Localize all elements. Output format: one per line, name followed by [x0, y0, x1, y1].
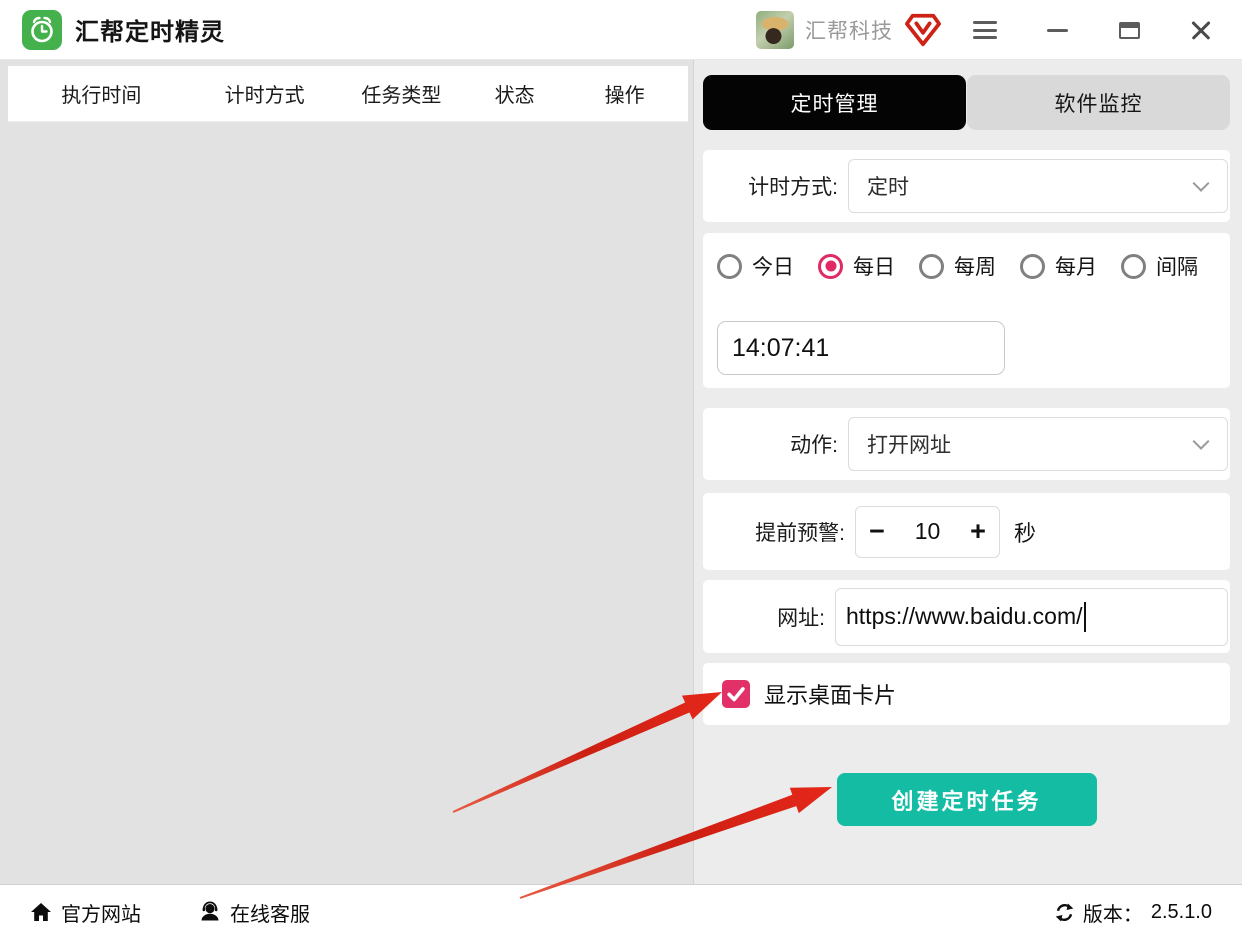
maximize-icon[interactable] [1116, 17, 1142, 43]
action-value: 打开网址 [867, 434, 951, 457]
url-row: 网址: https://www.baidu.com/ [703, 580, 1230, 653]
action-row: 动作: 打开网址 [703, 408, 1230, 480]
tab-timer-management[interactable]: 定时管理 [703, 75, 966, 130]
vip-badge-icon[interactable] [904, 12, 942, 48]
radio-weekly[interactable]: 每周 [919, 251, 996, 281]
create-task-button[interactable]: 创建定时任务 [836, 773, 1097, 826]
app-identity: 汇帮定时精灵 [22, 9, 225, 50]
task-table-body-empty [8, 122, 688, 884]
app-title: 汇帮定时精灵 [75, 19, 225, 46]
url-input[interactable]: https://www.baidu.com/ [835, 587, 1228, 646]
desktop-card-row[interactable]: 显示桌面卡片 [703, 663, 1230, 725]
column-header-exec-time: 执行时间 [61, 85, 142, 107]
warning-row: 提前预警: − 10 + 秒 [703, 493, 1230, 570]
headset-person-icon [201, 901, 219, 921]
desktop-card-label: 显示桌面卡片 [764, 683, 897, 708]
radio-circle [919, 253, 944, 279]
radio-circle [1121, 253, 1146, 279]
version-info: 版本： 2.5.1.0 [1054, 898, 1212, 927]
sync-icon[interactable] [1054, 902, 1075, 923]
timer-form-panel: 定时管理 软件监控 计时方式: 定时 今日 每日 每周 每月 间隔 14:07:… [694, 60, 1242, 884]
chevron-down-icon [1192, 432, 1210, 450]
stepper-minus-button[interactable]: − [856, 518, 898, 545]
radio-monthly[interactable]: 每月 [1020, 251, 1097, 281]
minimize-icon[interactable] [1044, 17, 1070, 43]
column-header-status: 状态 [494, 85, 535, 107]
menu-icon[interactable] [972, 17, 998, 43]
official-site-link[interactable]: 官方网站 [30, 898, 141, 927]
timing-method-value: 定时 [867, 176, 909, 199]
timing-method-row: 计时方式: 定时 [703, 150, 1230, 222]
task-list-panel: 执行时间 计时方式 任务类型 状态 操作 [0, 60, 693, 884]
url-label: 网址: [777, 606, 825, 630]
tab-bar: 定时管理 软件监控 [703, 75, 1230, 130]
status-bar: 官方网站 在线客服 版本： 2.5.1.0 [0, 884, 1242, 939]
warning-unit: 秒 [1014, 520, 1037, 546]
column-header-task-type: 任务类型 [361, 85, 442, 107]
radio-circle-selected [818, 253, 843, 279]
account-area: 汇帮科技 [756, 0, 942, 60]
action-select[interactable]: 打开网址 [848, 417, 1228, 471]
url-value: https://www.baidu.com/ [846, 603, 1083, 629]
column-header-actions: 操作 [604, 85, 645, 107]
timing-method-select[interactable]: 定时 [848, 159, 1228, 213]
version-value: 2.5.1.0 [1150, 900, 1212, 923]
radio-circle [717, 253, 742, 279]
time-value: 14:07:41 [732, 333, 830, 362]
home-icon [31, 903, 51, 921]
action-label: 动作: [790, 434, 838, 457]
chevron-down-icon [1192, 174, 1210, 192]
radio-today[interactable]: 今日 [717, 251, 794, 281]
online-support-link[interactable]: 在线客服 [199, 898, 310, 927]
version-label: 版本： [1082, 903, 1143, 926]
task-table-header: 执行时间 计时方式 任务类型 状态 操作 [8, 66, 688, 122]
radio-circle [1020, 253, 1045, 279]
warning-label: 提前预警: [755, 521, 845, 545]
main-area: 执行时间 计时方式 任务类型 状态 操作 定时管理 软件监控 计时方式: 定时 [0, 60, 1242, 884]
app-alarm-clock-icon [22, 9, 62, 50]
stepper-plus-button[interactable]: + [957, 518, 999, 545]
window-controls [972, 0, 1214, 60]
avatar[interactable] [756, 11, 794, 49]
schedule-card: 今日 每日 每周 每月 间隔 14:07:41 [703, 233, 1230, 388]
tab-software-monitor[interactable]: 软件监控 [967, 75, 1230, 130]
text-caret [1083, 601, 1086, 632]
close-icon[interactable] [1188, 17, 1214, 43]
time-input[interactable]: 14:07:41 [717, 321, 1005, 375]
warning-stepper: − 10 + [855, 505, 1000, 558]
stepper-value: 10 [914, 518, 941, 544]
timing-method-label: 计时方式: [748, 176, 838, 199]
radio-daily[interactable]: 每日 [818, 251, 895, 281]
titlebar: 汇帮定时精灵 汇帮科技 [0, 0, 1242, 60]
schedule-radio-group: 今日 每日 每周 每月 间隔 [717, 251, 1230, 281]
column-header-timing-mode: 计时方式 [224, 85, 305, 107]
radio-interval[interactable]: 间隔 [1121, 251, 1198, 281]
brand-name: 汇帮科技 [805, 20, 893, 43]
desktop-card-checkbox[interactable] [722, 680, 750, 708]
